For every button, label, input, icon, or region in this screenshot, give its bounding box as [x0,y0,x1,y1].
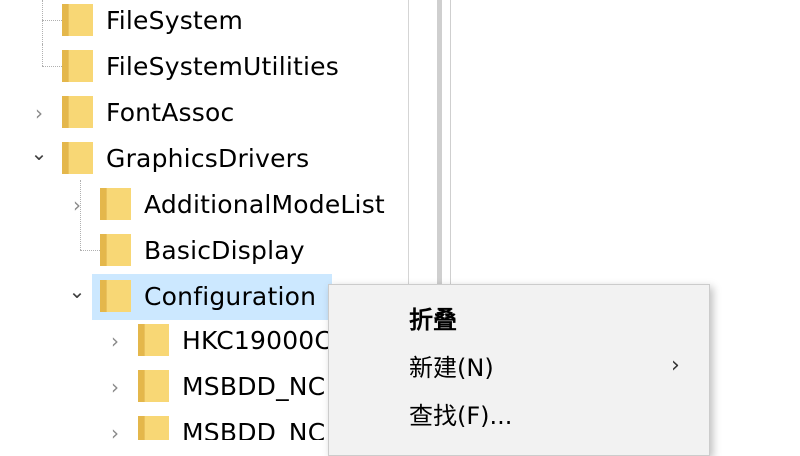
tree-item-label: MSBDD_NC [182,417,326,441]
submenu-arrow-icon: › [671,352,680,378]
chevron-down-icon[interactable]: ⌄ [28,141,50,165]
chevron-right-icon[interactable]: › [104,329,126,353]
chevron-right-icon[interactable]: › [28,101,50,125]
menu-item-label: 折叠 [409,305,457,334]
folder-icon [100,280,131,312]
tree-item-label: FontAssoc [106,97,235,127]
tree-item-label: MSBDD_NC [182,371,326,401]
menu-item-collapse[interactable]: 折叠 [329,293,709,341]
tree-item-label: FileSystem [106,5,244,35]
tree-item-label: GraphicsDrivers [106,143,310,173]
folder-icon [62,50,93,82]
chevron-right-icon[interactable]: › [104,421,126,440]
folder-icon [138,324,169,356]
tree-item-label: BasicDisplay [144,235,305,265]
context-menu: 折叠 新建(N) › 查找(F)... [328,284,710,456]
menu-item-new[interactable]: 新建(N) › [329,341,709,389]
chevron-right-icon[interactable]: › [104,375,126,399]
chevron-down-icon[interactable]: ⌄ [66,279,88,303]
tree-item-fontassoc[interactable]: › FontAssoc [0,92,408,136]
folder-icon [138,370,169,402]
folder-icon [62,96,93,128]
tree-item-filesystemutilities[interactable]: FileSystemUtilities [0,46,408,90]
folder-icon [100,234,131,266]
folder-icon [62,4,93,36]
tree-item-additionalmodelist[interactable]: › AdditionalModeList [0,184,408,228]
tree-item-label: AdditionalModeList [144,189,385,219]
folder-icon [138,416,169,440]
folder-icon [100,188,131,220]
menu-item-label: 查找(F)... [409,401,513,430]
tree-item-graphicsdrivers[interactable]: ⌄ GraphicsDrivers [0,138,408,182]
tree-item-basicdisplay[interactable]: BasicDisplay [0,230,408,274]
tree-item-label: HKC19000C [182,325,333,355]
folder-icon [62,142,93,174]
tree-item-label: FileSystemUtilities [106,51,339,81]
menu-item-find[interactable]: 查找(F)... [329,389,709,437]
chevron-right-icon[interactable]: › [66,193,88,217]
tree-item-label: Configuration [144,281,317,311]
tree-item-filesystem[interactable]: FileSystem [0,0,408,44]
menu-item-label: 新建(N) [409,353,494,382]
